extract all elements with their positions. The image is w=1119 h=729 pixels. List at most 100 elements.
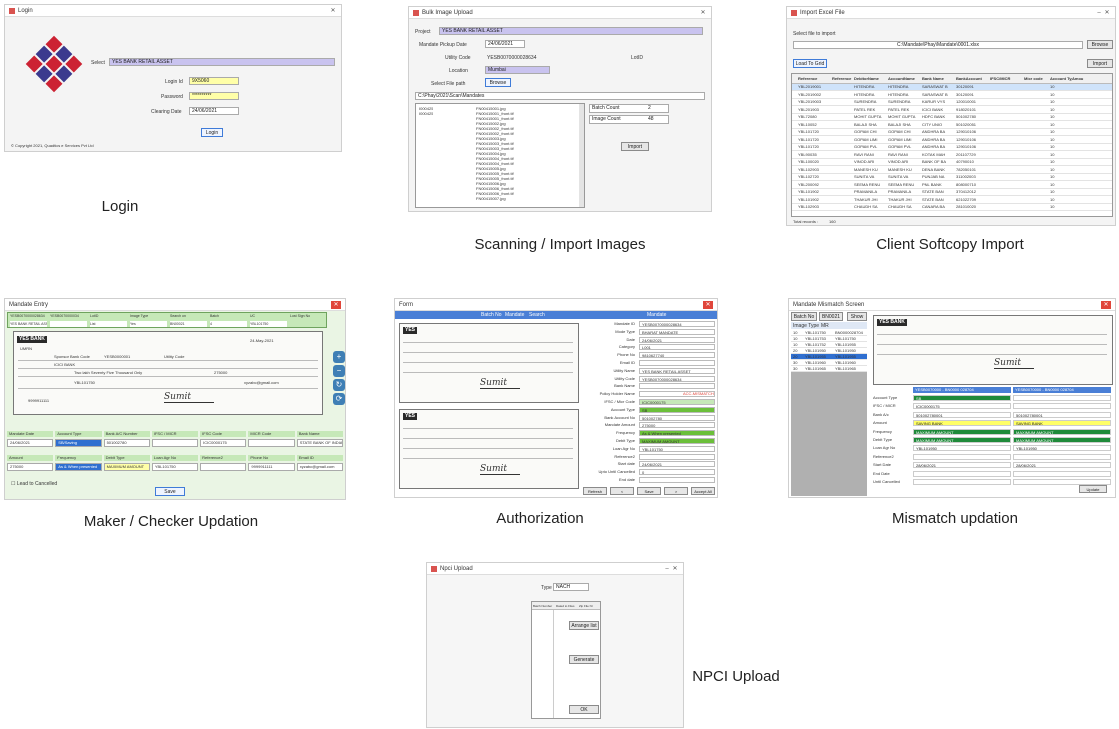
arrange-list-button[interactable]: Arrange list <box>569 621 599 630</box>
project-select[interactable]: YES BANK RETAIL ASSET <box>109 58 335 66</box>
field-value[interactable] <box>639 360 715 366</box>
tab-batch[interactable]: BN0021 <box>819 312 843 321</box>
minimize-icon[interactable]: – <box>663 566 671 572</box>
clearing-date-input[interactable]: 24/06/2021 <box>189 107 239 115</box>
field-value[interactable]: L001 <box>639 344 715 351</box>
load-to-grid-button[interactable]: Load To Grid <box>793 59 827 68</box>
field-value[interactable]: 501002780 <box>639 414 715 421</box>
rotate-icon[interactable]: ↻ <box>333 379 345 391</box>
close-icon[interactable]: ✕ <box>1101 300 1111 309</box>
field-value[interactable]: YESB0070000028634 <box>639 321 715 327</box>
list-item[interactable]: 30 YBL101965 YBL101965 <box>791 366 867 372</box>
compare-value-right[interactable]: MAXIMUM AMOUNT <box>1013 437 1111 443</box>
field-value[interactable] <box>248 439 295 447</box>
tab-mandate[interactable]: Mandate <box>505 312 524 318</box>
compare-value-right[interactable] <box>1013 453 1111 460</box>
login-id-input[interactable]: 9X5060 <box>189 77 239 85</box>
field-value[interactable]: BHARAT MANDATE <box>639 328 715 335</box>
table-row[interactable]: YBL2019003 SURENDRA SURENDRA KARUR VYS 12001… <box>792 99 1112 106</box>
field-value[interactable]: 275000 <box>639 422 715 429</box>
table-row[interactable]: YBL102903 CHAUDH SA CHAUDH SA CANARA BA 2810… <box>792 204 1112 211</box>
tab-batch-no[interactable]: Batch No <box>481 312 502 318</box>
field-value[interactable] <box>639 453 715 460</box>
table-row[interactable]: YBL101902 PRAMANILA PRAMANILA STATE BAN 3704… <box>792 189 1112 196</box>
field-value[interactable]: YBL101750 <box>639 445 715 452</box>
table-row[interactable]: YBL72080 MOHIT GUPTA MOHIT GUPTA HDFC BANK 5… <box>792 114 1112 121</box>
table-row[interactable]: YBL102720 SUNITA VA SUNITA VA PUNJAB NA 3110… <box>792 174 1112 181</box>
field-value[interactable]: YESB0070000028634 <box>639 375 715 382</box>
compare-value-right[interactable]: SAVING BANK <box>1013 420 1111 427</box>
close-icon[interactable]: ✕ <box>703 300 713 309</box>
field-value[interactable]: 275000 <box>7 463 54 471</box>
table-row[interactable]: YBL101720 GOPAM CHI GOPAM CHI ANDHRA BA 1290… <box>792 129 1112 136</box>
field-value[interactable]: 0 <box>639 469 715 476</box>
batch-list[interactable]: I000425 I000425 FN00415001.jpg FN00415001… <box>415 103 585 208</box>
field-value[interactable]: STATE BANK OF INDIA <box>296 439 343 447</box>
table-row[interactable]: YBL101902 THAKUR JHI THAKUR JHI STATE BAN 62… <box>792 197 1112 204</box>
compare-value-left[interactable] <box>913 470 1011 477</box>
field-value[interactable]: 24/06/2021 <box>639 336 715 343</box>
column-header[interactable]: Reference <box>832 76 854 82</box>
field-value[interactable]: 24/06/2021 <box>639 461 715 468</box>
compare-value-left[interactable]: YBL101950 <box>913 445 1011 452</box>
compare-value-left[interactable]: MAXIMUM AMOUNT <box>913 437 1011 443</box>
minimize-icon[interactable]: – <box>1095 10 1103 16</box>
nav-button[interactable]: Accept All <box>691 487 715 495</box>
column-header[interactable]: AccountName <box>888 76 922 82</box>
compare-value-left[interactable] <box>913 479 1011 485</box>
scrollbar[interactable] <box>579 104 584 207</box>
field-value[interactable]: SB/Saving <box>55 439 102 447</box>
column-header[interactable]: Reference <box>798 76 832 82</box>
compare-value-left[interactable]: 501002780001 <box>913 411 1011 418</box>
password-input[interactable]: ********** <box>189 92 239 100</box>
pickup-date-input[interactable]: 24/06/2021 <box>485 40 525 48</box>
field-value[interactable]: As & When presented <box>55 463 102 471</box>
table-row[interactable]: YBL102903 MANESH KU MANESH KU DENA BANK 7820… <box>792 167 1112 174</box>
field-value[interactable]: YBL101750 <box>151 463 199 471</box>
field-value[interactable]: As & When presented <box>639 430 715 437</box>
import-button[interactable]: Import <box>621 142 649 151</box>
import-button[interactable]: Import <box>1087 59 1113 68</box>
compare-value-right[interactable]: YBL101950 <box>1013 445 1111 452</box>
tab-batch-no[interactable]: Batch No <box>791 312 817 321</box>
browse-button[interactable]: Browse <box>1087 40 1113 49</box>
field-value[interactable]: MAXIMUM AMOUNT <box>639 438 715 444</box>
compare-value-right[interactable]: MAXIMUM AMOUNT <box>1013 428 1111 435</box>
table-row[interactable]: YBL2019001 HITENDRA HITENDRA SARASWAT B 3012… <box>792 84 1112 91</box>
table-row[interactable]: YBL200092 SEEMA RENU SEEMA RENU PNL BANK 808… <box>792 182 1112 189</box>
field-value[interactable]: ICIC0000175 <box>639 399 715 405</box>
table-row[interactable]: YBL101720 GOPAM PVL GOPAM PVL ANDHRA BA 1290… <box>792 144 1112 151</box>
file-item[interactable]: FN00415007.jpg <box>476 196 506 202</box>
table-row[interactable]: YBL2019002 HITENDRA HITENDRA SARASWAT B 3012… <box>792 92 1112 99</box>
column-header[interactable]: Amou <box>1072 76 1090 82</box>
field-value[interactable]: 501002780 <box>103 439 150 447</box>
generate-button[interactable]: Generate <box>569 655 599 664</box>
close-icon[interactable]: ✕ <box>699 9 707 16</box>
project-select[interactable]: YES BANK RETAIL ASSET <box>439 27 703 35</box>
column-header[interactable]: BankAccount <box>956 76 990 82</box>
close-icon[interactable]: ✕ <box>331 300 341 309</box>
field-value[interactable]: xyzabc@gmail.com <box>296 463 343 471</box>
save-button[interactable]: Save <box>155 487 185 496</box>
field-value[interactable] <box>200 463 247 471</box>
nav-button[interactable]: Refresh <box>583 487 607 495</box>
compare-value-left[interactable]: MAXIMUM AMOUNT <box>913 428 1011 435</box>
nav-button[interactable]: Save <box>637 487 661 495</box>
field-value[interactable]: YES BANK RETAIL ASSET <box>639 367 715 374</box>
table-row[interactable]: YBL90035 RAVI RANI RAVI RANI KOTAK MAH 20110… <box>792 152 1112 159</box>
login-button[interactable]: Login <box>201 128 223 137</box>
column-header[interactable]: Account Type <box>1050 76 1072 82</box>
batch-list[interactable]: 10 YBL101750 BN0000028704 10 YBL101753 YBL101… <box>791 330 867 496</box>
table-row[interactable]: YBL201903 PATEL REK PATEL REK ICICI BANK 918… <box>792 107 1112 114</box>
field-value[interactable] <box>151 439 199 447</box>
browse-button[interactable]: Browse <box>485 78 511 87</box>
compare-value-left[interactable] <box>913 453 1011 460</box>
update-button[interactable]: Update <box>1079 485 1107 493</box>
ok-button[interactable]: OK <box>569 705 599 714</box>
column-header[interactable]: IFSC/MICR <box>990 76 1024 82</box>
compare-value-right[interactable] <box>1013 395 1111 401</box>
zoom-in-icon[interactable]: + <box>333 351 345 363</box>
close-icon[interactable]: ✕ <box>1103 9 1111 16</box>
field-value[interactable]: 24/06/2021 <box>7 439 54 447</box>
table-row[interactable]: YBL101720 GOPAM LIMI GOPAM LIMI ANDHRA BA 12… <box>792 137 1112 144</box>
